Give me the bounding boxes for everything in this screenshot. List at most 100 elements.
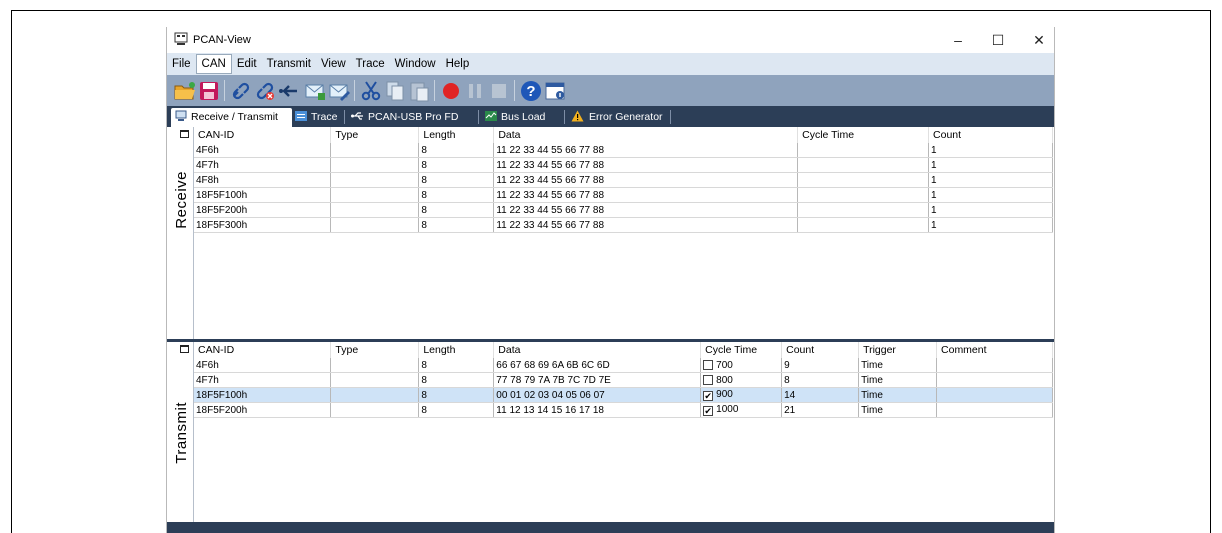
receive-header-box-icon[interactable]: [180, 130, 189, 138]
receive-cell-count: 1: [928, 217, 1053, 233]
toolbar-separator: [514, 80, 515, 101]
open-icon[interactable]: [173, 79, 197, 103]
menu-trace[interactable]: Trace: [351, 53, 390, 75]
tab-pcan-usb-pro-fd[interactable]: PCAN-USB Pro FD: [347, 108, 479, 127]
cut-icon[interactable]: [359, 79, 383, 103]
record-icon[interactable]: [439, 79, 463, 103]
minimize-button[interactable]: –: [943, 30, 973, 50]
transmit-cell-count: 21: [781, 402, 860, 418]
cycle-enable-checkbox[interactable]: [703, 359, 714, 370]
receive-cell-length: 8: [418, 143, 495, 158]
receive-panel: Receive CAN-ID Type Length Data Cycle Time Co…: [173, 127, 1053, 339]
receive-table-row[interactable]: 4F6h 8 11 22 33 44 55 66 77 88 1: [194, 143, 1053, 158]
about-icon[interactable]: [543, 79, 567, 103]
transmit-table-row[interactable]: 18F5F200h 8 11 12 13 14 15 16 17 18 ✔ 1000 21…: [194, 402, 1053, 418]
receive-cell-data: 11 22 33 44 55 66 77 88: [493, 202, 799, 218]
receive-table-row[interactable]: 18F5F300h 8 11 22 33 44 55 66 77 88 1: [194, 217, 1053, 233]
transmit-table-row[interactable]: 18F5F100h 8 00 01 02 03 04 05 06 07 ✔ 900 14 T…: [194, 387, 1053, 403]
menu-transmit[interactable]: Transmit: [262, 53, 316, 75]
save-icon[interactable]: [197, 79, 221, 103]
transmit-column-header[interactable]: Comment: [936, 342, 1053, 358]
transmit-column-header[interactable]: Length: [418, 342, 495, 358]
transmit-cell-cycle: 800: [700, 372, 783, 388]
receive-cell-cycle: [797, 202, 930, 218]
receive-column-header[interactable]: Type: [330, 127, 420, 143]
cycle-enable-checkbox[interactable]: ✔: [703, 391, 714, 401]
menu-window[interactable]: Window: [390, 53, 441, 75]
cycle-enable-checkbox[interactable]: ✔: [703, 406, 714, 416]
maximize-button[interactable]: ☐: [983, 30, 1013, 50]
receive-column-header[interactable]: Cycle Time: [797, 127, 930, 143]
receive-cell-type: [330, 217, 420, 233]
tab-separator: [670, 110, 671, 124]
disconnect-icon[interactable]: [253, 79, 277, 103]
transmit-side-label: Transmit: [173, 342, 194, 522]
transmit-cell-type: [330, 372, 420, 388]
toolbar-separator: [434, 80, 435, 101]
window-title: PCAN-View: [193, 34, 251, 46]
transmit-column-header[interactable]: Type: [330, 342, 420, 358]
transmit-column-header[interactable]: Trigger: [858, 342, 938, 358]
receive-cell-cycle: [797, 172, 930, 188]
transmit-cell-id: 4F7h: [194, 372, 332, 388]
receive-column-header[interactable]: Count: [928, 127, 1053, 143]
transmit-column-header[interactable]: Data: [493, 342, 702, 358]
reset-icon[interactable]: [277, 79, 301, 103]
transmit-cell-length: 8: [418, 387, 495, 403]
receive-table-row[interactable]: 18F5F200h 8 11 22 33 44 55 66 77 88 1: [194, 202, 1053, 218]
receive-cell-id: 18F5F200h: [194, 202, 332, 218]
receive-cell-count: 1: [928, 202, 1053, 218]
menu-help[interactable]: Help: [441, 53, 475, 75]
transmit-column-header[interactable]: Cycle Time: [700, 342, 783, 358]
receive-column-header[interactable]: Data: [493, 127, 799, 143]
copy-icon[interactable]: [383, 79, 407, 103]
receive-column-header[interactable]: Length: [418, 127, 495, 143]
receive-cell-data: 11 22 33 44 55 66 77 88: [493, 143, 799, 158]
transmit-cell-comment: [936, 358, 1053, 373]
menu-file[interactable]: File: [167, 53, 196, 75]
tab-error-generator[interactable]: Error Generator: [567, 108, 671, 127]
close-button[interactable]: ✕: [1024, 30, 1054, 50]
cycle-enable-checkbox[interactable]: [703, 374, 714, 385]
tab-receive-transmit[interactable]: Receive / Transmit: [171, 108, 292, 127]
receive-cell-length: 8: [418, 172, 495, 188]
receive-cell-length: 8: [418, 157, 495, 173]
transmit-header-box-icon[interactable]: [180, 345, 189, 353]
help-icon[interactable]: ?: [519, 79, 543, 103]
transmit-cell-data: 66 67 68 69 6A 6B 6C 6D: [493, 358, 702, 373]
receive-cell-length: 8: [418, 187, 495, 203]
receive-cell-length: 8: [418, 202, 495, 218]
transmit-column-header[interactable]: Count: [781, 342, 860, 358]
stop-icon[interactable]: [487, 79, 511, 103]
pause-icon[interactable]: [463, 79, 487, 103]
new-message-icon[interactable]: [303, 79, 327, 103]
toolbar-separator: [224, 80, 225, 101]
paste-icon[interactable]: [407, 79, 431, 103]
busload-icon: [485, 111, 497, 121]
transmit-cell-type: [330, 402, 420, 418]
tab-trace[interactable]: Trace: [291, 108, 345, 127]
menu-edit[interactable]: Edit: [232, 53, 262, 75]
transmit-table-row[interactable]: 4F6h 8 66 67 68 69 6A 6B 6C 6D 700 9 Time: [194, 358, 1053, 373]
transmit-table-row[interactable]: 4F7h 8 77 78 79 7A 7B 7C 7D 7E 800 8 Time: [194, 372, 1053, 388]
transmit-column-header[interactable]: CAN-ID: [194, 342, 332, 358]
receive-cell-cycle: [797, 157, 930, 173]
receive-cell-data: 11 22 33 44 55 66 77 88: [493, 217, 799, 233]
receive-cell-id: 18F5F300h: [194, 217, 332, 233]
edit-message-icon[interactable]: [327, 79, 351, 103]
receive-table: CAN-ID Type Length Data Cycle Time Count 4F6h…: [194, 127, 1053, 233]
cycle-time-value: 1000: [716, 404, 739, 415]
transmit-cell-trigger: Time: [858, 402, 938, 418]
receive-column-header[interactable]: CAN-ID: [194, 127, 332, 143]
connect-icon[interactable]: [229, 79, 253, 103]
pcan-view-window: PCAN-View – ☐ ✕ File CAN Edit Transmit View T…: [166, 27, 1055, 533]
receive-cell-type: [330, 172, 420, 188]
receive-table-row[interactable]: 18F5F100h 8 11 22 33 44 55 66 77 88 1: [194, 187, 1053, 203]
receive-table-row[interactable]: 4F7h 8 11 22 33 44 55 66 77 88 1: [194, 157, 1053, 173]
menu-view[interactable]: View: [316, 53, 351, 75]
menu-can[interactable]: CAN: [195, 54, 232, 74]
tab-bus-load[interactable]: Bus Load: [481, 108, 565, 127]
receive-table-row[interactable]: 4F8h 8 11 22 33 44 55 66 77 88 1: [194, 172, 1053, 188]
receive-cell-cycle: [797, 143, 930, 158]
transmit-cell-cycle: ✔ 1000: [700, 402, 783, 418]
